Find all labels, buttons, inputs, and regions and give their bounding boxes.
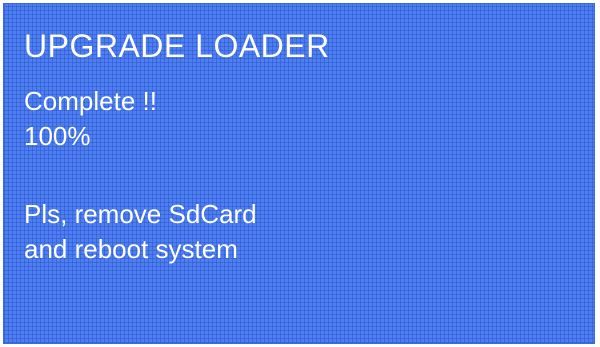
progress-text: 100% (24, 121, 91, 151)
instruction-line-1: Pls, remove SdCard (24, 199, 257, 229)
instruction-line-2: and reboot system (24, 234, 238, 264)
status-text: Complete !! (24, 86, 157, 116)
screen-title: UPGRADE LOADER (24, 28, 330, 64)
upgrade-loader-screen: UPGRADE LOADER Complete !! 100% Pls, rem… (3, 3, 595, 344)
